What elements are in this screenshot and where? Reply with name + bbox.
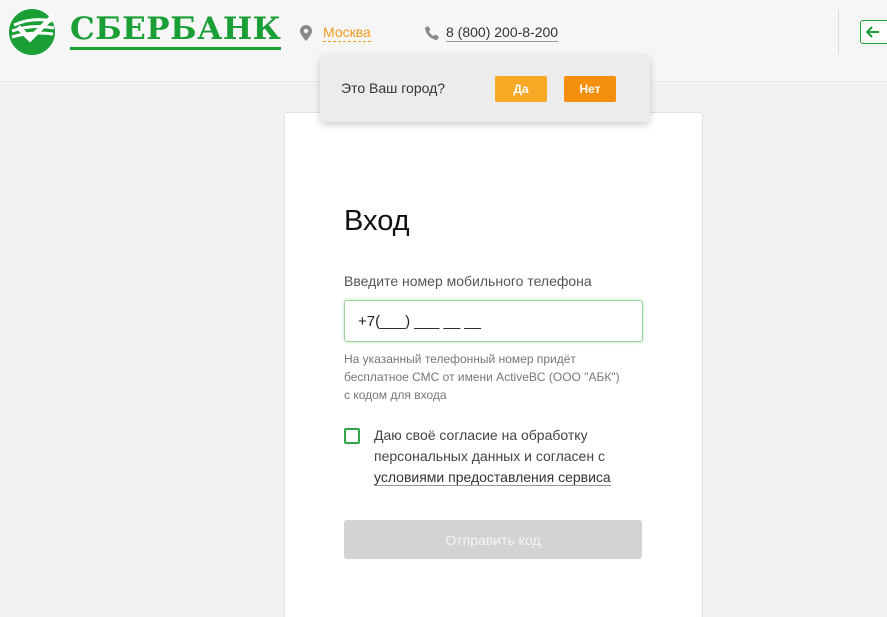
consent-checkbox[interactable] (344, 428, 360, 444)
phone-number-link[interactable]: 8 (800) 200-8-200 (446, 23, 559, 42)
sms-hint: На указанный телефонный номер придёт бес… (344, 352, 620, 402)
consent-text: Даю своё согласие на обработку персональ… (374, 425, 644, 488)
sberbank-logo-icon (9, 9, 56, 55)
terms-link[interactable]: условиями предоставления сервиса (374, 469, 611, 486)
header-divider (838, 10, 839, 54)
phone-icon (425, 25, 439, 40)
sberbank-logo[interactable]: СБЕРБАНК (8, 9, 282, 55)
map-pin-icon (300, 24, 312, 41)
consent-label: Даю своё согласие на обработку персональ… (374, 427, 605, 464)
city-confirm-popup: Это Ваш город? Да Нет (320, 55, 650, 122)
city-selector: Москва (300, 23, 371, 42)
city-yes-button[interactable]: Да (495, 76, 547, 102)
city-link[interactable]: Москва (323, 23, 371, 42)
login-title: Вход (344, 205, 410, 237)
logo-text: СБЕРБАНК (70, 14, 282, 50)
send-code-button[interactable]: Отправить код (344, 520, 642, 559)
exit-arrow-icon (866, 26, 879, 38)
exit-button[interactable] (860, 20, 887, 44)
city-question: Это Ваш город? (341, 80, 446, 96)
phone-input[interactable] (344, 300, 643, 342)
city-no-button[interactable]: Нет (564, 76, 616, 102)
phone-field-label: Введите номер мобильного телефона (344, 273, 592, 289)
phone-contact: 8 (800) 200-8-200 (425, 23, 559, 42)
